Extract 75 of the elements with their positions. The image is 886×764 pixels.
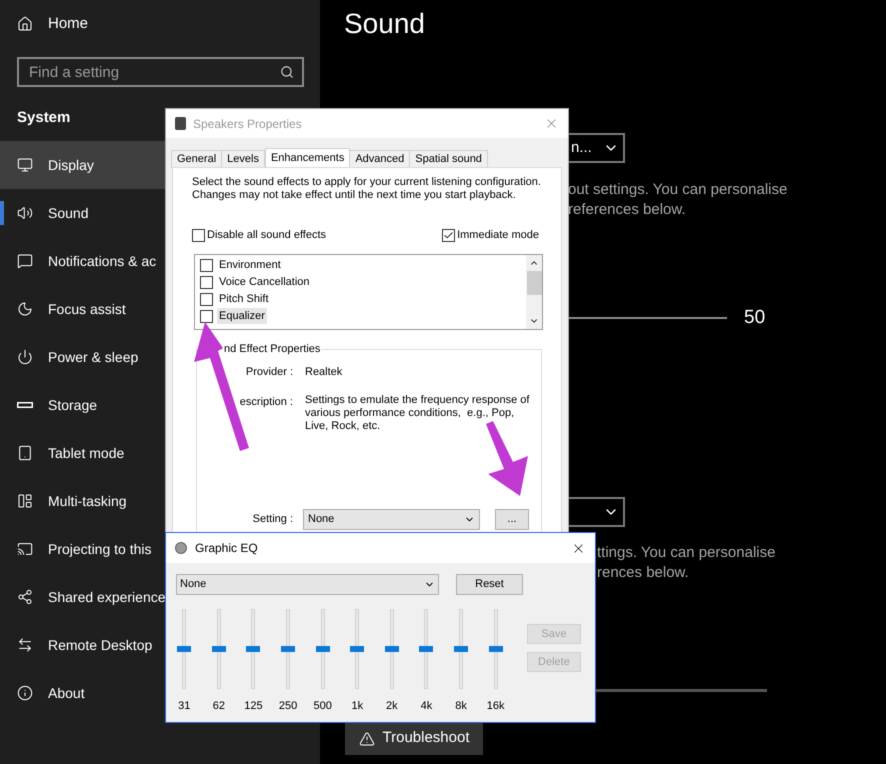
tab[interactable]: General (171, 150, 222, 168)
effect-item[interactable]: Equalizer (217, 308, 267, 324)
effect-item[interactable]: Voice Cancellation (217, 274, 312, 290)
field-label: Provider : (244, 364, 293, 380)
home-link[interactable]: Home (48, 12, 88, 36)
checkbox[interactable] (200, 310, 213, 322)
checkbox[interactable] (442, 228, 456, 242)
slider-thumb[interactable] (419, 646, 434, 652)
checkbox[interactable] (200, 276, 213, 288)
band-label: 1k (351, 699, 364, 714)
band-label: 4k (420, 699, 432, 714)
description-text: rences below. (597, 563, 690, 583)
nav-item[interactable]: Remote Desktop (0, 621, 320, 669)
section-heading: System (17, 108, 70, 128)
field-label: escription : (238, 395, 293, 410)
tab[interactable]: Levels (221, 150, 265, 168)
band-label: 125 (244, 699, 263, 714)
checkbox-label: Disable all sound effects (207, 228, 326, 243)
slider-thumb[interactable] (454, 646, 468, 652)
band-label: 250 (278, 699, 298, 714)
info-icon (17, 685, 33, 701)
band-label: 500 (313, 699, 332, 714)
more-button[interactable]: ... (495, 509, 529, 530)
storage-icon (17, 402, 33, 408)
home-icon (17, 16, 33, 32)
scroll-thumb[interactable] (526, 270, 542, 294)
page-title: Sound (344, 7, 426, 41)
checkbox-label: Immediate mode (457, 228, 539, 243)
window-title: Speakers Properties (193, 116, 303, 132)
slider-thumb[interactable] (246, 646, 260, 652)
reset-button[interactable]: Reset (456, 574, 523, 595)
power-icon (17, 349, 33, 365)
provider-value: Realtek (305, 364, 342, 380)
volume-value: 50 (744, 306, 766, 330)
band-label: 31 (178, 699, 190, 714)
monitor-icon (17, 157, 33, 173)
search-icon (280, 65, 294, 79)
preset-dropdown[interactable]: None (176, 574, 439, 595)
arrows-icon (17, 637, 33, 653)
description-text: ttings. You can personalise (597, 543, 776, 563)
slider-thumb[interactable] (316, 646, 330, 652)
slider-thumb[interactable] (281, 646, 296, 652)
message-icon (17, 253, 33, 269)
warning-icon (358, 730, 374, 746)
description-text: out settings. You can personalise (568, 180, 788, 200)
cast-icon (17, 541, 33, 557)
moon-icon (17, 301, 33, 317)
tab[interactable]: Spatial sound (409, 150, 488, 168)
group-title: nd Effect Properties (223, 342, 322, 356)
band-label: 62 (212, 699, 226, 714)
description-text: references below. (568, 200, 687, 220)
field-label: Setting : (252, 512, 293, 528)
tablet-icon (17, 445, 33, 461)
effect-item[interactable]: Pitch Shift (217, 291, 271, 307)
checkbox[interactable] (200, 258, 213, 272)
band-label: 8k (455, 699, 467, 714)
checkbox[interactable] (192, 228, 205, 242)
slider-thumb[interactable] (488, 646, 503, 652)
layout-icon (17, 493, 33, 509)
search-field[interactable]: Find a setting (17, 57, 304, 87)
setting-dropdown[interactable]: None (303, 509, 480, 530)
slider-thumb[interactable] (350, 646, 364, 652)
band-label: 16k (486, 699, 505, 714)
effect-item[interactable]: Environment (217, 257, 283, 273)
troubleshoot-button[interactable]: Troubleshoot (345, 722, 483, 755)
checkbox[interactable] (200, 292, 213, 306)
slider-thumb[interactable] (384, 646, 399, 652)
band-label: 2k (386, 699, 398, 714)
tab[interactable]: Enhancements (264, 148, 350, 168)
slider-thumb[interactable] (177, 646, 192, 652)
share-icon (17, 589, 33, 605)
slider-thumb[interactable] (212, 646, 226, 652)
scrollbar[interactable] (526, 254, 542, 328)
window-title: Graphic EQ (195, 540, 259, 557)
description-value: Settings to emulate the frequency response of various performance conditions, e.g., Pop, Live, Rock, etc. (305, 394, 530, 433)
